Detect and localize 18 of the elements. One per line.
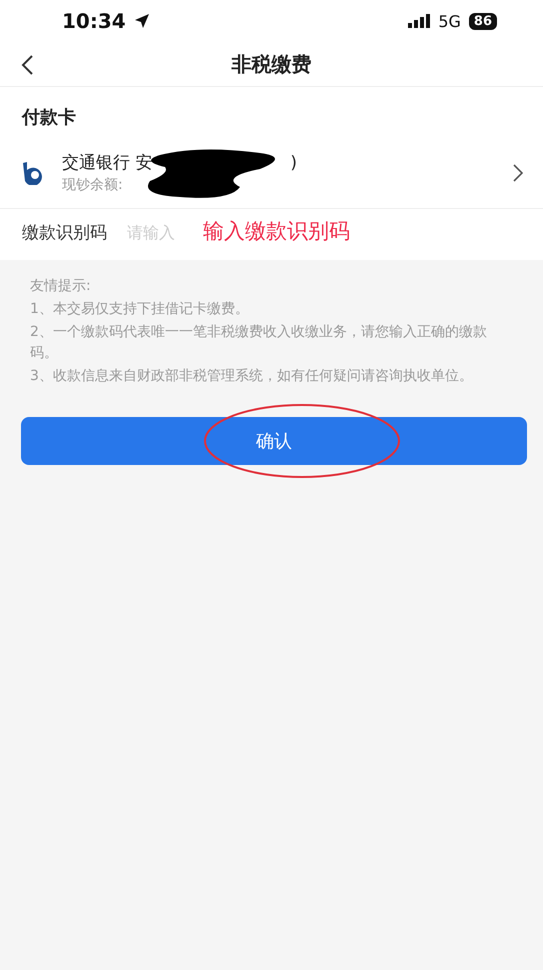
status-time: 10:34 <box>62 9 126 33</box>
battery-level: 86 <box>468 12 497 30</box>
chevron-left-icon <box>20 54 34 76</box>
tip-text: 2、一个缴款码代表唯一一笔非税缴费收入收缴业务，请您输入正确的缴款码。 <box>30 323 488 363</box>
signal-icon <box>408 14 430 28</box>
tip-text: 友情提示: <box>30 277 92 296</box>
chevron-right-icon <box>513 164 523 182</box>
confirm-button[interactable]: 确认 <box>21 417 527 465</box>
network-label: 5G <box>438 12 461 30</box>
section-heading: 付款卡 <box>20 106 77 130</box>
page-title: 非税缴费 <box>232 50 312 78</box>
bank-name: 交通银行 安 ) <box>62 152 298 174</box>
balance-label: 现钞余额: <box>62 176 124 194</box>
card-selector[interactable]: 交通银行 安 ) 现钞余额: <box>0 143 543 209</box>
tip-text: 3、收款信息来自财政部非税管理系统，如有任何疑问请咨询执收单位。 <box>30 367 474 386</box>
location-icon <box>134 13 150 29</box>
field-label: 缴款识别码 <box>22 222 107 244</box>
tip-text: 1、本交易仅支持下挂借记卡缴费。 <box>30 300 250 319</box>
